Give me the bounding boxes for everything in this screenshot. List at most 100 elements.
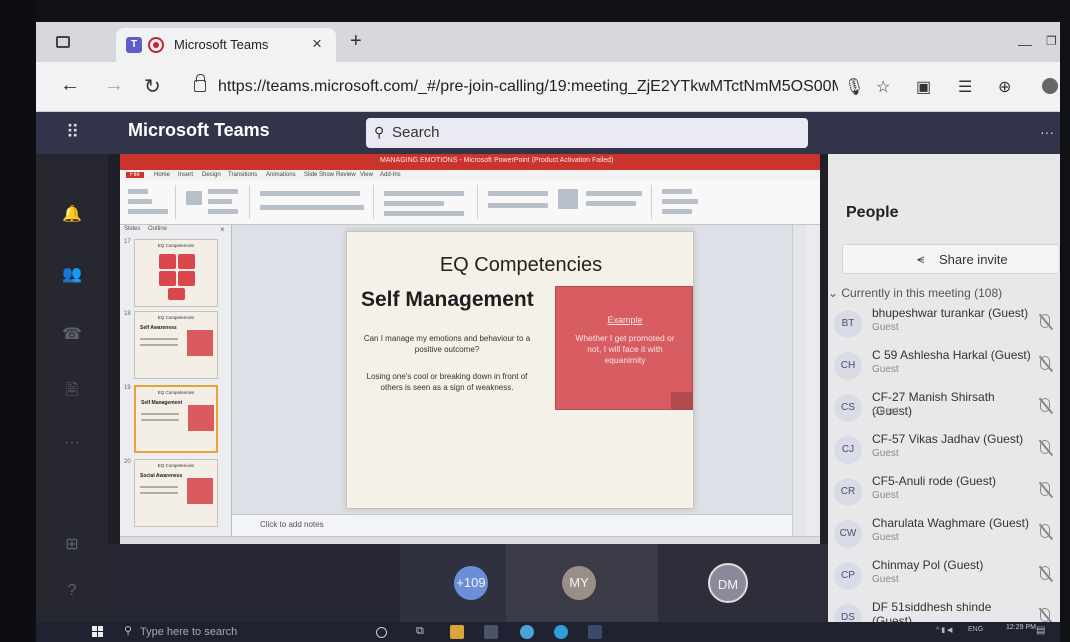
ppt-tab-file[interactable]: File — [126, 172, 144, 178]
mic-off-icon — [1040, 398, 1050, 412]
ribbon-paragraph[interactable] — [378, 185, 478, 219]
microphone-icon[interactable]: 🎙 — [844, 77, 864, 97]
refresh-icon[interactable]: ↻ — [144, 74, 161, 99]
current-slide[interactable]: EQ Competencies Self Management Can I ma… — [346, 231, 694, 509]
participant-avatar: CW — [834, 520, 862, 548]
thumb-title: EQ Competencies — [157, 463, 195, 468]
tray-icons[interactable]: ^ ▮ ◀ — [936, 626, 952, 634]
participant-avatar: CJ — [834, 436, 862, 464]
rail-files[interactable]: 🗎 — [54, 379, 90, 406]
extension-icon[interactable]: ▣ — [916, 77, 931, 97]
new-tab-button[interactable]: + — [350, 30, 362, 53]
rail-activity[interactable]: 🔔 — [54, 204, 90, 224]
back-icon[interactable]: ← — [60, 74, 80, 97]
app-launcher-icon[interactable]: ⠿ — [66, 122, 80, 143]
participant-row[interactable]: CW Charulata Waghmare (Guest) Guest — [828, 514, 1060, 556]
search-input[interactable]: ⚲ Search — [366, 118, 808, 148]
rail-calls[interactable]: ☎ — [54, 324, 90, 344]
ppt-tab-transitions[interactable]: Transitions — [228, 172, 257, 178]
pane-tab-slides[interactable]: Slides — [124, 226, 140, 232]
task-view-icon[interactable]: ⧉ — [416, 625, 430, 639]
ppt-notes-pane[interactable]: Click to add notes — [232, 514, 792, 536]
chevron-down-icon: ⌄ — [828, 286, 842, 300]
windows-start-icon[interactable] — [92, 626, 104, 638]
ppt-slide-area: EQ Competencies Self Management Can I ma… — [232, 225, 792, 514]
forward-icon[interactable]: → — [104, 74, 124, 97]
tab-actions-icon[interactable] — [56, 36, 70, 48]
language-indicator[interactable]: ENG — [968, 626, 983, 633]
participant-row[interactable]: BT bhupeshwar turankar (Guest) Guest — [828, 304, 1060, 346]
taskbar-search-input[interactable]: Type here to search — [140, 626, 237, 638]
search-icon: ⚲ — [374, 124, 385, 140]
tab-close-icon[interactable]: × — [312, 34, 322, 54]
thumb-number: 17 — [124, 239, 131, 245]
participant-row[interactable]: CR CF5-Anuli rode (Guest) Guest — [828, 472, 1060, 514]
example-sticky-note: Example Whether I get promoted or not, I… — [555, 286, 693, 410]
edge-icon[interactable] — [520, 625, 534, 639]
rail-more[interactable]: ··· — [54, 434, 90, 452]
meeting-section-header[interactable]: ⌄ Currently in this meeting (108) — [828, 286, 1002, 300]
pane-close-icon[interactable]: × — [220, 225, 225, 234]
profile-avatar[interactable] — [1042, 78, 1058, 94]
participant-row[interactable]: CS CF-27 Manish Shirsath (Guest) Guest — [828, 388, 1060, 430]
slide-thumbnail[interactable]: EQ Competencies Social Awareness — [134, 459, 218, 527]
participant-role: Guest — [872, 406, 899, 417]
participant-tile-overflow[interactable]: +109 — [400, 544, 506, 622]
ppt-tab-review[interactable]: Review — [336, 172, 356, 178]
favorites-icon[interactable]: ☰ — [958, 77, 972, 97]
pane-tabs: Slides Outline × — [120, 225, 232, 235]
store-icon[interactable] — [450, 625, 464, 639]
collections-icon[interactable]: ⊕ — [998, 77, 1011, 97]
pane-tab-outline[interactable]: Outline — [148, 226, 167, 232]
participant-row[interactable]: CJ CF-57 Vikas Jadhav (Guest) Guest — [828, 430, 1060, 472]
rail-teams[interactable]: 👥 — [54, 264, 90, 284]
slide-thumbnail-selected[interactable]: EQ Competencies Self Management — [134, 385, 218, 453]
participant-name: bhupeshwar turankar (Guest) — [872, 306, 1029, 320]
ppt-tab-design[interactable]: Design — [202, 172, 221, 178]
sticky-fold — [671, 392, 693, 410]
app-icon[interactable] — [484, 625, 498, 639]
rail-apps[interactable]: ⊞ — [54, 534, 90, 554]
ppt-tab-addins[interactable]: Add-Ins — [380, 172, 401, 178]
thumb-title: EQ Competencies — [157, 390, 195, 395]
ppt-vertical-scrollbar[interactable] — [792, 225, 806, 536]
participant-tile[interactable]: DM — [658, 544, 828, 622]
browser-tab[interactable]: T Microsoft Teams × — [116, 28, 336, 62]
ribbon-clipboard[interactable] — [124, 185, 176, 219]
ppt-tab-animations[interactable]: Animations — [266, 172, 296, 178]
ribbon-editing[interactable] — [656, 185, 716, 219]
lock-icon[interactable] — [194, 74, 206, 92]
sticky-title: Example — [607, 315, 643, 325]
browser-icon[interactable] — [554, 625, 568, 639]
ppt-tab-home[interactable]: Home — [154, 172, 170, 178]
more-options-icon[interactable]: ··· — [1040, 124, 1054, 140]
ppt-title-bar: MANAGING EMOTIONS - Microsoft PowerPoint… — [120, 154, 820, 170]
taskbar-search-icon: ⚲ — [124, 625, 133, 637]
restore-icon[interactable]: ❐ — [1046, 34, 1057, 48]
slide-subheading: Self Management — [361, 288, 534, 311]
rail-help[interactable]: ? — [54, 582, 90, 600]
minimize-icon[interactable]: — — [1018, 36, 1032, 52]
participant-avatar: CH — [834, 352, 862, 380]
favorite-add-icon[interactable]: ☆ — [876, 77, 890, 97]
app-icon[interactable] — [588, 625, 602, 639]
shared-screen-powerpoint: MANAGING EMOTIONS - Microsoft PowerPoint… — [120, 154, 820, 548]
taskbar-clock[interactable]: 12:29 PM — [1006, 623, 1036, 632]
ribbon-drawing[interactable] — [482, 185, 652, 219]
share-invite-button[interactable]: ⪪ Share invite — [842, 244, 1060, 274]
participant-role: Guest — [872, 532, 899, 543]
left-app-rail: 🔔 👥 ☎ 🗎 ··· ⊞ ? — [36, 154, 108, 622]
ribbon-font[interactable] — [254, 185, 374, 219]
slide-thumbnail[interactable]: EQ Competencies Self Awareness — [134, 311, 218, 379]
participant-row[interactable]: CH C 59 Ashlesha Harkal (Guest) Guest — [828, 346, 1060, 388]
url-field[interactable]: https://teams.microsoft.com/_#/pre-join-… — [218, 78, 838, 96]
ppt-tab-slideshow[interactable]: Slide Show — [304, 172, 334, 178]
ppt-tab-insert[interactable]: Insert — [178, 172, 193, 178]
slide-thumbnail[interactable]: EQ Competencies — [134, 239, 218, 307]
participant-tile[interactable]: MY — [506, 544, 658, 622]
ribbon-slides[interactable] — [180, 185, 250, 219]
notification-icon[interactable]: ▤ — [1036, 625, 1045, 636]
participant-row[interactable]: CP Chinmay Pol (Guest) Guest — [828, 556, 1060, 598]
ppt-tab-view[interactable]: View — [360, 172, 373, 178]
cortana-icon[interactable] — [376, 627, 387, 638]
